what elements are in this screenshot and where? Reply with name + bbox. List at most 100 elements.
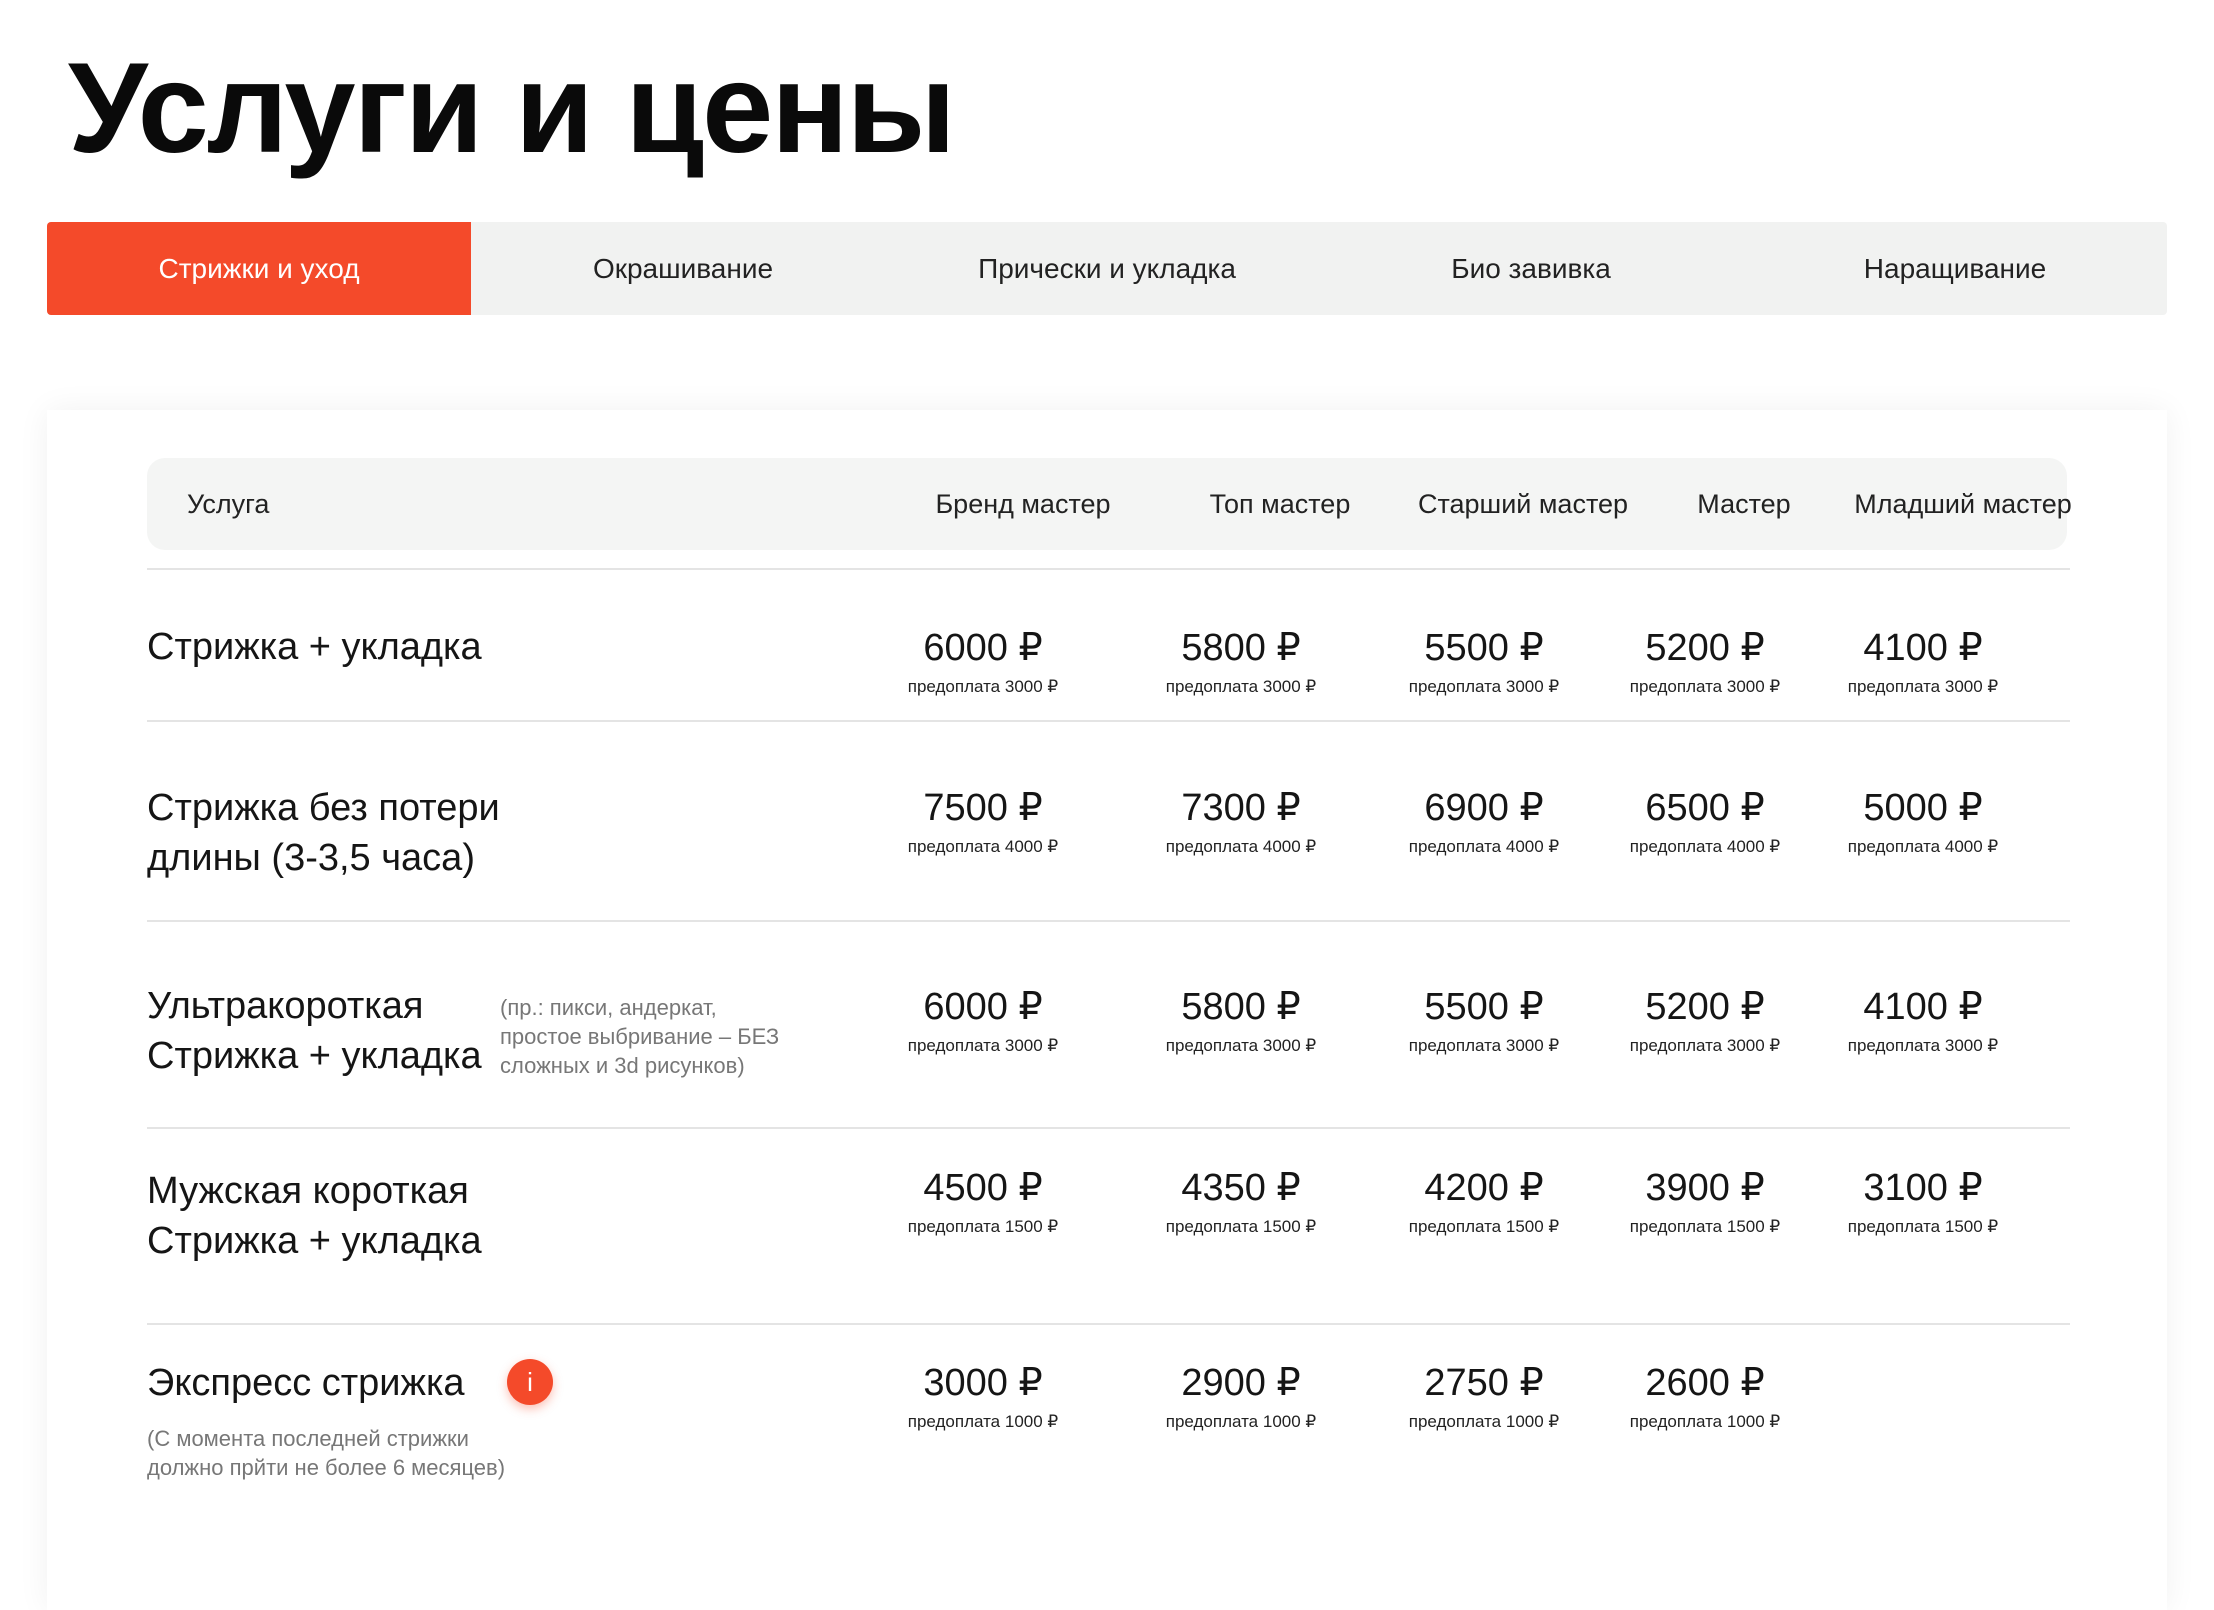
header-service: Услуга [187, 489, 270, 519]
price-amount: 4200 ₽ [1424, 1167, 1544, 1209]
prepayment-text: предоплата 1500 ₽ [1408, 1217, 1560, 1236]
prepayment-text: предоплата 3000 ₽ [1629, 677, 1781, 696]
price-cell: 5800 ₽ предоплата 3000 ₽ [1121, 985, 1361, 1057]
price-cell: 4500 ₽ предоплата 1500 ₽ [863, 1166, 1103, 1238]
price-cell: 5200 ₽ предоплата 3000 ₽ [1585, 626, 1825, 698]
prepayment-text: предоплата 1000 ₽ [907, 1412, 1059, 1431]
price-cell: 4200 ₽ предоплата 1500 ₽ [1364, 1166, 1604, 1238]
price-amount: 5800 ₽ [1181, 627, 1301, 669]
prepayment-text: предоплата 3000 ₽ [1165, 1036, 1317, 1055]
price-cell: 5000 ₽ предоплата 4000 ₽ [1803, 786, 2043, 858]
price-amount: 5500 ₽ [1424, 986, 1544, 1028]
page-title: Услуги и цены [68, 37, 956, 180]
service-note-line: простое выбривание – БЕЗ [500, 1024, 780, 1049]
row-divider [147, 920, 2070, 922]
price-amount: 5800 ₽ [1181, 986, 1301, 1028]
info-icon[interactable]: i [507, 1359, 553, 1405]
price-cell: 4100 ₽ предоплата 3000 ₽ [1803, 626, 2043, 698]
price-amount: 2750 ₽ [1424, 1362, 1544, 1404]
price-amount: 4500 ₽ [923, 1167, 1043, 1209]
prepayment-text: предоплата 1500 ₽ [907, 1217, 1059, 1236]
price-amount: 3900 ₽ [1645, 1167, 1765, 1209]
service-note: (пр.: пикси, андеркат, простое выбривание… [500, 993, 779, 1080]
service-name-line: длины (3-3,5 часа) [147, 837, 475, 879]
price-cell: 7300 ₽ предоплата 4000 ₽ [1121, 786, 1361, 858]
price-cell: 2600 ₽ предоплата 1000 ₽ [1585, 1361, 1825, 1433]
row-divider [147, 1323, 2070, 1325]
price-amount: 7300 ₽ [1181, 787, 1301, 829]
prepayment-text: предоплата 1500 ₽ [1847, 1217, 1999, 1236]
prepayment-text: предоплата 3000 ₽ [1847, 677, 1999, 696]
service-note-line: (пр.: пикси, андеркат, [500, 995, 717, 1020]
service-name-line: Стрижка + укладка [147, 1220, 482, 1262]
prepayment-text: предоплата 1000 ₽ [1165, 1412, 1317, 1431]
service-name: Мужская короткая Стрижка + укладка [147, 1166, 482, 1266]
table-header: Услуга Бренд мастер Топ мастер Старший м… [147, 458, 2072, 550]
tab-bio-perm[interactable]: Био завивка [1319, 222, 1743, 315]
service-name-line: Ультракороткая [147, 985, 424, 1027]
row-divider [147, 568, 2070, 570]
price-amount: 4100 ₽ [1863, 627, 1983, 669]
header-brand-master: Бренд мастер [935, 489, 1111, 519]
price-amount: 3100 ₽ [1863, 1167, 1983, 1209]
price-amount: 6500 ₽ [1645, 787, 1765, 829]
tab-coloring[interactable]: Окрашивание [471, 222, 895, 315]
price-amount: 5200 ₽ [1645, 986, 1765, 1028]
price-cell: 3900 ₽ предоплата 1500 ₽ [1585, 1166, 1825, 1238]
price-cell: 3100 ₽ предоплата 1500 ₽ [1803, 1166, 2043, 1238]
service-name-line: Стрижка + укладка [147, 1035, 482, 1077]
price-cell: 4350 ₽ предоплата 1500 ₽ [1121, 1166, 1361, 1238]
price-cell: 5800 ₽ предоплата 3000 ₽ [1121, 626, 1361, 698]
price-amount: 5500 ₽ [1424, 627, 1544, 669]
price-amount: 2900 ₽ [1181, 1362, 1301, 1404]
service-name: Стрижка + укладка [147, 622, 482, 672]
service-name: Стрижка без потери длины (3-3,5 часа) [147, 783, 500, 883]
prepayment-text: предоплата 3000 ₽ [1165, 677, 1317, 696]
price-cell: 6000 ₽ предоплата 3000 ₽ [863, 985, 1103, 1057]
tab-haircuts[interactable]: Стрижки и уход [47, 222, 471, 315]
prepayment-text: предоплата 3000 ₽ [1408, 677, 1560, 696]
price-cell: 5200 ₽ предоплата 3000 ₽ [1585, 985, 1825, 1057]
price-amount: 7500 ₽ [923, 787, 1043, 829]
row-divider [147, 720, 2070, 722]
price-cell: 5500 ₽ предоплата 3000 ₽ [1364, 626, 1604, 698]
price-cell: 2750 ₽ предоплата 1000 ₽ [1364, 1361, 1604, 1433]
prepayment-text: предоплата 1500 ₽ [1629, 1217, 1781, 1236]
price-amount: 4350 ₽ [1181, 1167, 1301, 1209]
prepayment-text: предоплата 1000 ₽ [1408, 1412, 1560, 1431]
prepayment-text: предоплата 3000 ₽ [1629, 1036, 1781, 1055]
category-tabs: Стрижки и уход Окрашивание Прически и ук… [47, 222, 2167, 315]
service-name-line: Стрижка + укладка [147, 626, 482, 668]
price-cell: 6500 ₽ предоплата 4000 ₽ [1585, 786, 1825, 858]
price-amount: 5200 ₽ [1645, 627, 1765, 669]
prepayment-text: предоплата 3000 ₽ [1847, 1036, 1999, 1055]
tab-hairstyles[interactable]: Прически и укладка [895, 222, 1319, 315]
prepayment-text: предоплата 1000 ₽ [1629, 1412, 1781, 1431]
service-note: (С момента последней стрижки должно прйти… [147, 1424, 505, 1482]
service-name: Экспресс стрижка [147, 1358, 465, 1408]
prepayment-text: предоплата 3000 ₽ [907, 1036, 1059, 1055]
service-note-line: сложных и 3d рисунков) [500, 1053, 745, 1078]
header-top-master: Топ мастер [1209, 489, 1351, 519]
tab-extensions[interactable]: Наращивание [1743, 222, 2167, 315]
prepayment-text: предоплата 4000 ₽ [907, 837, 1059, 856]
service-name-line: Экспресс стрижка [147, 1362, 465, 1404]
prepayment-text: предоплата 4000 ₽ [1847, 837, 1999, 856]
header-senior-master: Старший мастер [1417, 489, 1629, 519]
prepayment-text: предоплата 4000 ₽ [1165, 837, 1317, 856]
service-note-line: (С момента последней стрижки [147, 1426, 469, 1451]
prepayment-text: предоплата 3000 ₽ [1408, 1036, 1560, 1055]
service-name-line: Мужская короткая [147, 1170, 469, 1212]
prepayment-text: предоплата 4000 ₽ [1629, 837, 1781, 856]
row-divider [147, 1127, 2070, 1129]
price-amount: 3000 ₽ [923, 1362, 1043, 1404]
service-name: Ультракороткая Стрижка + укладка [147, 981, 482, 1081]
price-amount: 6000 ₽ [923, 627, 1043, 669]
price-amount: 5000 ₽ [1863, 787, 1983, 829]
price-cell: 3000 ₽ предоплата 1000 ₽ [863, 1361, 1103, 1433]
price-amount: 6000 ₽ [923, 986, 1043, 1028]
service-name-line: Стрижка без потери [147, 787, 500, 829]
prepayment-text: предоплата 3000 ₽ [907, 677, 1059, 696]
price-cell: 7500 ₽ предоплата 4000 ₽ [863, 786, 1103, 858]
price-cell: 6000 ₽ предоплата 3000 ₽ [863, 626, 1103, 698]
